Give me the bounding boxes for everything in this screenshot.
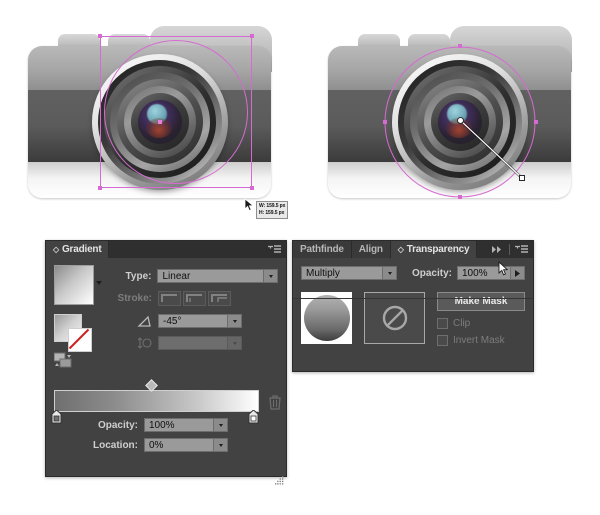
- gradient-swatch-dropdown-icon[interactable]: [96, 281, 102, 285]
- panel-collapse-icon[interactable]: ◇: [53, 245, 59, 254]
- no-stroke-icon: [68, 328, 90, 350]
- tabbar-spacer: [477, 241, 486, 258]
- transparency-opacity-input[interactable]: 100%: [457, 266, 525, 280]
- tab-pathfinder-label: Pathfinde: [300, 244, 344, 255]
- transparency-panel-icons: [486, 241, 533, 258]
- artboard-canvas: W: 159.5 px H: 159.5 px ◇ Gradient Type:…: [0, 0, 600, 515]
- blend-mode-value: Multiply: [306, 267, 340, 279]
- tab-gradient-label: Gradient: [61, 244, 102, 255]
- blend-mode-select[interactable]: Multiply: [301, 266, 397, 280]
- gradient-slider[interactable]: [51, 379, 259, 424]
- gradient-panel-body: Type: Linear Stroke: -45° Opacity: 100% …: [46, 258, 286, 487]
- selection-anchor-tl[interactable]: [98, 34, 102, 38]
- clip-checkbox[interactable]: [437, 318, 448, 329]
- gradient-aspect-row: [110, 336, 278, 350]
- gradient-type-row: Type: Linear: [110, 269, 278, 283]
- gradient-panel-icons: [263, 241, 286, 258]
- stroke-label: Stroke:: [117, 293, 152, 304]
- mouse-cursor-icon: [498, 261, 509, 276]
- invert-mask-label: Invert Mask: [453, 335, 505, 346]
- stroke-along-button[interactable]: [183, 291, 206, 306]
- gradient-opacity-value: 100%: [149, 419, 175, 431]
- delete-stop-icon[interactable]: [268, 394, 282, 410]
- angle-icon: [137, 315, 151, 327]
- gradient-location-input[interactable]: 0%: [144, 438, 228, 452]
- transparency-opacity-label: Opacity:: [411, 267, 452, 279]
- tabbar-spacer: [109, 241, 263, 258]
- object-thumbnail-shape: [303, 295, 350, 341]
- make-mask-button[interactable]: Make Mask: [437, 292, 525, 311]
- gradient-ramp[interactable]: [54, 390, 259, 412]
- object-thumbnail[interactable]: [301, 292, 353, 344]
- gradient-panel[interactable]: ◇ Gradient Type: Linear Stroke: -45° Opa…: [45, 240, 287, 485]
- tab-align-label: Align: [358, 244, 383, 255]
- gradient-angle-row: -45°: [110, 314, 278, 328]
- tab-transparency[interactable]: ◇ Transparency: [390, 241, 478, 258]
- mask-thumbnail[interactable]: [364, 292, 425, 344]
- expand-panels-icon[interactable]: [491, 245, 504, 254]
- gradient-location-row: Location: 0%: [76, 438, 278, 452]
- selection-path-outline[interactable]: [104, 40, 248, 184]
- mask-controls: Make Mask Clip Invert Mask: [437, 292, 525, 346]
- selection-anchor-tr[interactable]: [250, 34, 254, 38]
- chevron-down-icon[interactable]: [263, 270, 277, 282]
- gradient-opacity-input[interactable]: 100%: [144, 418, 228, 432]
- gradient-type-select[interactable]: Linear: [157, 269, 278, 283]
- panel-collapse-icon[interactable]: ◇: [398, 245, 404, 254]
- gradient-stop-end[interactable]: [248, 410, 259, 424]
- gradient-type-icons[interactable]: [54, 352, 84, 368]
- chevron-down-icon[interactable]: [227, 337, 241, 349]
- tooltip-width: W: 159.5 px: [259, 203, 286, 209]
- gradient-swatch-preview[interactable]: [54, 265, 94, 305]
- invert-mask-checkbox[interactable]: [437, 335, 448, 346]
- gradient-opacity-label: Opacity:: [97, 419, 138, 431]
- gradient-stroke-row: Stroke:: [110, 291, 278, 306]
- panel-menu-icon[interactable]: [268, 244, 281, 255]
- panel-menu-icon[interactable]: [515, 244, 528, 255]
- tooltip-height: H: 159.5 px: [259, 210, 285, 216]
- chevron-down-icon[interactable]: [213, 419, 227, 431]
- tab-pathfinder[interactable]: Pathfinde: [293, 241, 352, 258]
- transparency-panel[interactable]: Pathfinde Align ◇ Transparency Multiply …: [292, 240, 534, 372]
- gradient-panel-tabbar: ◇ Gradient: [46, 241, 286, 258]
- panel-divider: [509, 244, 510, 255]
- opacity-stepper-icon[interactable]: [510, 267, 524, 279]
- camera-illustration-gradient-annotator[interactable]: [300, 8, 590, 213]
- gradient-start-handle[interactable]: [457, 117, 464, 124]
- panel-divider: [293, 298, 533, 299]
- no-mask-icon: [382, 305, 407, 331]
- chevron-down-icon[interactable]: [213, 439, 227, 451]
- gradient-angle-value: -45°: [163, 315, 182, 327]
- selection-anchor-bl[interactable]: [98, 186, 102, 190]
- transparency-panel-tabbar: Pathfinde Align ◇ Transparency: [293, 241, 533, 258]
- blend-opacity-row: Multiply Opacity: 100%: [301, 266, 525, 280]
- stroke-within-button[interactable]: [158, 291, 181, 306]
- clip-label: Clip: [453, 318, 471, 329]
- selection-anchor-br[interactable]: [250, 186, 254, 190]
- chevron-down-icon[interactable]: [227, 315, 241, 327]
- type-label: Type:: [125, 270, 152, 282]
- tab-transparency-label: Transparency: [406, 244, 470, 255]
- gradient-location-value: 0%: [149, 439, 164, 451]
- chevron-down-icon[interactable]: [382, 267, 396, 279]
- gradient-aspect-input[interactable]: [158, 336, 242, 350]
- mask-row: Make Mask Clip Invert Mask: [301, 292, 525, 346]
- aspect-ratio-icon: [137, 337, 152, 349]
- gradient-location-label: Location:: [93, 439, 138, 451]
- tab-align[interactable]: Align: [351, 241, 391, 258]
- gradient-type-value: Linear: [162, 270, 191, 282]
- stroke-across-button[interactable]: [208, 291, 231, 306]
- transparency-panel-body: Multiply Opacity: 100% Make Mask Clip In…: [293, 258, 533, 358]
- gradient-stop-start[interactable]: [51, 410, 62, 424]
- scale-cursor-icon: [244, 198, 255, 212]
- gradient-angle-input[interactable]: -45°: [158, 314, 242, 328]
- gradient-end-handle[interactable]: [519, 175, 525, 181]
- camera-illustration-selected-bounds[interactable]: W: 159.5 px H: 159.5 px: [0, 8, 290, 219]
- transform-tooltip: W: 159.5 px H: 159.5 px: [256, 201, 289, 219]
- panel-resize-grip[interactable]: [275, 476, 284, 485]
- tab-gradient[interactable]: ◇ Gradient: [46, 241, 110, 258]
- stroke-gradient-buttons[interactable]: [158, 291, 231, 306]
